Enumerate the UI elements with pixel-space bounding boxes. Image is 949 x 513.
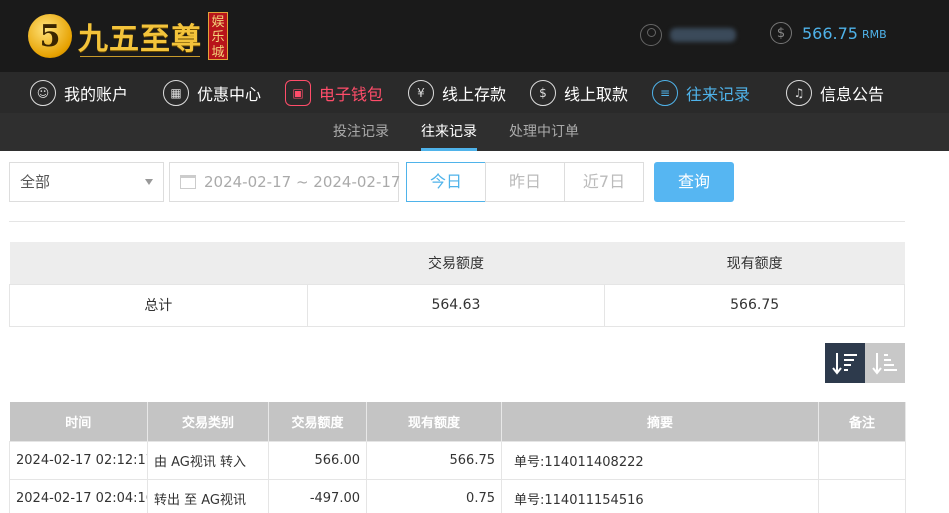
wallet-icon: ▣	[285, 79, 311, 106]
nav-label: 电子钱包	[319, 84, 384, 104]
deposit-icon: ¥	[408, 79, 434, 106]
divider	[9, 221, 905, 222]
withdraw-icon: $	[530, 79, 556, 106]
logo-mark: 5	[28, 14, 72, 58]
summary-header-amount: 交易额度	[307, 242, 605, 284]
cell-summary: 单号:114011408222	[501, 440, 819, 480]
col-balance[interactable]: 现有额度	[366, 402, 502, 441]
summary-header-blank	[9, 242, 308, 284]
nav-label: 我的账户	[64, 84, 129, 104]
sort-asc-icon	[872, 353, 897, 375]
nav-announcements[interactable]: ♫ 信息公告	[786, 72, 884, 113]
records-icon: ≡	[652, 79, 678, 106]
nav-label: 信息公告	[820, 84, 885, 104]
top-header: 5 九五至尊 娱乐城 $ 566.75 RMB	[0, 0, 949, 72]
cell-summary: 单号:114011154516	[501, 478, 819, 513]
col-time[interactable]: 时间	[9, 402, 148, 441]
yesterday-button[interactable]: 昨日	[485, 162, 565, 202]
type-select[interactable]: 全部	[9, 162, 164, 202]
summary-header-balance: 现有额度	[604, 242, 905, 284]
tab-pending-orders[interactable]: 处理中订单	[509, 113, 579, 151]
user-avatar-icon	[640, 24, 662, 46]
summary-row: 总计 564.63 566.75	[9, 283, 905, 327]
col-summary[interactable]: 摘要	[501, 402, 819, 441]
balance-currency: RMB	[861, 28, 887, 41]
cell-type: 由 AG视讯 转入	[147, 440, 269, 480]
table-row: 2024-02-17 02:04:16 转出 至 AG视讯 -497.00 0.…	[9, 478, 906, 513]
summary-amount: 564.63	[306, 283, 606, 327]
dollar-icon: $	[770, 22, 792, 44]
col-amount[interactable]: 交易额度	[268, 402, 367, 441]
sub-nav: 投注记录 往来记录 处理中订单	[0, 113, 949, 151]
nav-label: 线上取款	[564, 84, 629, 104]
sort-ascending-button[interactable]	[865, 343, 905, 383]
cell-amount: -497.00	[268, 478, 367, 513]
nav-online-deposit[interactable]: ¥ 线上存款	[408, 72, 506, 113]
search-button[interactable]: 查询	[654, 162, 734, 202]
nav-label: 往来记录	[686, 84, 751, 104]
brand-seal: 娱乐城	[208, 12, 228, 60]
cell-balance: 566.75	[366, 440, 502, 480]
cell-time: 2024-02-17 02:04:16	[9, 478, 148, 513]
today-button[interactable]: 今日	[406, 162, 486, 202]
nav-label: 优惠中心	[197, 84, 262, 104]
brand-name: 九五至尊	[78, 22, 202, 57]
date-range-value: 2024-02-17 ~ 2024-02-17	[204, 173, 401, 191]
nav-e-wallet[interactable]: ▣ 电子钱包	[285, 72, 383, 113]
cell-balance: 0.75	[366, 478, 502, 513]
nav-label: 线上存款	[442, 84, 507, 104]
sort-desc-icon	[832, 353, 857, 375]
type-select-value: 全部	[20, 173, 51, 191]
last-7-days-button[interactable]: 近7日	[564, 162, 644, 202]
balance-value: 566.75	[802, 23, 858, 43]
cell-type: 转出 至 AG视讯	[147, 478, 269, 513]
user-info[interactable]	[640, 20, 736, 50]
nav-online-withdraw[interactable]: $ 线上取款	[530, 72, 628, 113]
records-table: 时间 交易类别 交易额度 现有额度 摘要 备注 2024-02-17 02:12…	[9, 402, 906, 513]
balance-display: $ 566.75 RMB	[770, 22, 887, 44]
date-range-input[interactable]: 2024-02-17 ~ 2024-02-17	[169, 162, 401, 202]
bell-icon: ♫	[786, 79, 812, 106]
table-row: 2024-02-17 02:12:17 由 AG视讯 转入 566.00 566…	[9, 440, 906, 480]
cell-remark	[818, 440, 906, 480]
cell-remark	[818, 478, 906, 513]
tab-transaction-records[interactable]: 往来记录	[421, 113, 477, 151]
tab-bet-records[interactable]: 投注记录	[333, 113, 389, 151]
summary-balance: 566.75	[604, 283, 905, 327]
username-redacted	[670, 28, 736, 42]
sort-descending-button[interactable]	[825, 343, 865, 383]
logo-underline	[80, 56, 200, 57]
caret-down-icon	[145, 179, 153, 185]
calendar-icon	[180, 175, 196, 189]
gift-icon: ▦	[163, 79, 189, 106]
nav-promotions[interactable]: ▦ 优惠中心	[163, 72, 261, 113]
brand-logo[interactable]: 5 九五至尊 娱乐城	[28, 10, 228, 62]
summary-label: 总计	[9, 283, 308, 327]
user-icon: ☺	[30, 79, 56, 106]
summary-table: 交易额度 现有额度 总计 564.63 566.75	[9, 242, 905, 327]
main-nav: ☺ 我的账户 ▦ 优惠中心 ▣ 电子钱包 ¥ 线上存款 $ 线上取款 ≡ 往来记…	[0, 72, 949, 113]
cell-amount: 566.00	[268, 440, 367, 480]
col-remark[interactable]: 备注	[818, 402, 906, 441]
nav-transaction-records[interactable]: ≡ 往来记录	[652, 72, 750, 113]
nav-my-account[interactable]: ☺ 我的账户	[30, 72, 128, 113]
cell-time: 2024-02-17 02:12:17	[9, 440, 148, 480]
col-type[interactable]: 交易类别	[147, 402, 269, 441]
